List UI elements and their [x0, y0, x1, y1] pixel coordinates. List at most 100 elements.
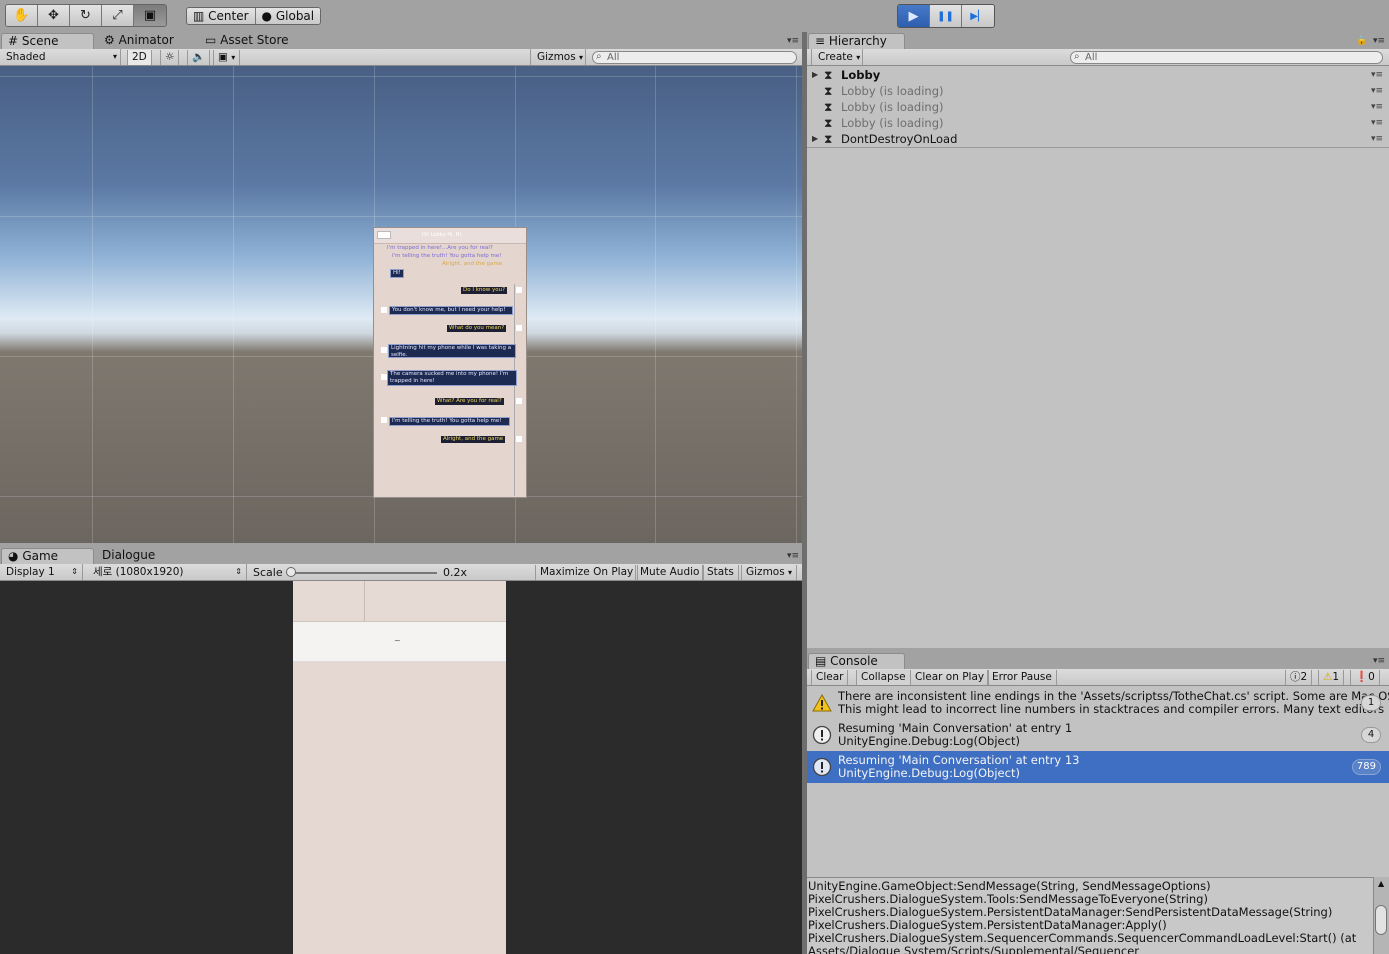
- console-entry[interactable]: There are inconsistent line endings in t…: [807, 687, 1389, 719]
- tab-console[interactable]: ▤ Console: [808, 653, 905, 669]
- hand-tool-icon[interactable]: ✋: [6, 5, 38, 26]
- error-filter-toggle[interactable]: ❗0: [1350, 670, 1380, 685]
- console-clear-button[interactable]: Clear: [811, 670, 849, 685]
- display-label: Display 1: [6, 566, 55, 578]
- stacktrace-scroll-thumb[interactable]: [1375, 905, 1387, 935]
- info-filter-toggle[interactable]: ⓘ2: [1285, 670, 1313, 685]
- row-menu-icon[interactable]: ▾≡: [1371, 115, 1383, 131]
- row-menu-icon[interactable]: ▾≡: [1371, 99, 1383, 115]
- console-clear-on-play-toggle[interactable]: Clear on Play: [910, 670, 990, 685]
- panel-menu-icon[interactable]: ▾≡: [1373, 36, 1385, 46]
- tab-dialogue-label: Dialogue: [102, 548, 156, 562]
- scale-tool-icon[interactable]: ⤢: [102, 5, 134, 26]
- image-icon: ▣: [218, 51, 228, 63]
- rect-tool-icon[interactable]: ▣: [134, 5, 166, 26]
- dropdown-arrow-icon: ▾: [788, 568, 793, 577]
- game-gizmos-dropdown[interactable]: Gizmos ▾: [741, 565, 798, 580]
- console-entry-count: 4: [1361, 727, 1381, 743]
- step-icon: ▶▏: [970, 10, 986, 22]
- tab-asset-store[interactable]: ▭ Asset Store: [199, 33, 295, 49]
- console-entry-count: 789: [1351, 759, 1381, 775]
- lighting-toggle[interactable]: ☼: [160, 50, 180, 65]
- hierarchy-search-input[interactable]: All: [1070, 51, 1383, 64]
- console-entry-count: 1: [1361, 695, 1381, 711]
- scene-gizmos-dropdown[interactable]: Gizmos ▾: [530, 49, 586, 65]
- console-error-pause-toggle[interactable]: Error Pause: [987, 670, 1057, 685]
- console-collapse-toggle[interactable]: Collapse: [856, 670, 911, 685]
- console-entry[interactable]: Resuming 'Main Conversation' at entry 1U…: [807, 719, 1389, 751]
- animator-icon: ⚙: [104, 33, 115, 47]
- game-view[interactable]: ~: [0, 581, 802, 954]
- row-menu-icon[interactable]: ▾≡: [1371, 131, 1383, 147]
- tab-game[interactable]: ◕ Game: [1, 548, 94, 564]
- maximize-on-play-label: Maximize On Play: [540, 566, 634, 578]
- resolution-label: 세로 (1080x1920): [93, 566, 184, 578]
- rotate-tool-icon[interactable]: ↻: [70, 5, 102, 26]
- 2d-toggle[interactable]: 2D: [127, 50, 152, 65]
- create-label: Create: [818, 51, 853, 63]
- move-tool-icon[interactable]: ✥: [38, 5, 70, 26]
- hierarchy-row[interactable]: ⧗ Lobby (is loading) ▾≡: [807, 83, 1389, 99]
- display-dropdown[interactable]: Display 1 ⇕: [0, 564, 83, 580]
- chat-bubble-left: Lightning hit my phone while I was takin…: [388, 344, 516, 358]
- create-dropdown[interactable]: Create ▾: [811, 49, 863, 65]
- hierarchy-row[interactable]: ▶ ⧗ Lobby ▾≡: [807, 67, 1389, 83]
- panel-menu-icon[interactable]: ▾≡: [787, 551, 799, 561]
- info-icon: [812, 757, 832, 777]
- scroll-up-icon[interactable]: ▲: [1378, 879, 1384, 888]
- scale-slider-track[interactable]: [289, 572, 437, 574]
- scale-slider-thumb[interactable]: [286, 567, 296, 577]
- main-toolbar: ✋ ✥ ↻ ⤢ ▣ ▥ Center ● Global ▶ ❚❚ ▶▏: [0, 0, 1389, 32]
- maximize-on-play-toggle[interactable]: Maximize On Play: [535, 565, 639, 580]
- warning-filter-toggle[interactable]: ⚠1: [1318, 670, 1345, 685]
- row-menu-icon[interactable]: ▾≡: [1371, 67, 1383, 83]
- avatar: [516, 325, 522, 331]
- pivot-center-label: Center: [208, 9, 249, 23]
- tab-animator[interactable]: ⚙ Animator: [98, 33, 180, 49]
- scene-search-input[interactable]: All: [592, 51, 797, 64]
- lock-icon[interactable]: 🔒: [1356, 36, 1368, 46]
- chat-canvas[interactable]: Hi! Lobby Hi. Hi. I'm trapped in here!..…: [373, 227, 527, 498]
- expand-arrow-icon[interactable]: ▶: [812, 67, 818, 83]
- hierarchy-controlbar: Create ▾ All: [807, 49, 1389, 66]
- game-screen[interactable]: ~: [293, 581, 506, 954]
- panel-menu-icon[interactable]: ▾≡: [787, 36, 799, 46]
- store-icon: ▭: [205, 33, 217, 47]
- tab-asset-store-label: Asset Store: [220, 33, 289, 47]
- tab-dialogue[interactable]: Dialogue: [96, 548, 161, 564]
- scene-gizmos-label: Gizmos: [537, 51, 576, 63]
- canvas-line-2: I'm telling the truth! You gotta help me…: [392, 253, 502, 259]
- hierarchy-row[interactable]: ▶ ⧗ DontDestroyOnLoad ▾≡: [807, 131, 1389, 147]
- row-menu-icon[interactable]: ▾≡: [1371, 83, 1383, 99]
- console-entry[interactable]: Resuming 'Main Conversation' at entry 13…: [807, 751, 1389, 783]
- audio-toggle[interactable]: 🔈: [187, 50, 211, 65]
- tab-animator-label: Animator: [118, 33, 174, 47]
- hierarchy-row[interactable]: ⧗ Lobby (is loading) ▾≡: [807, 99, 1389, 115]
- console-clear-on-play-label: Clear on Play: [915, 671, 985, 683]
- unity-scene-icon: ⧗: [824, 116, 833, 130]
- effects-toggle[interactable]: ▣ ▾: [213, 50, 241, 65]
- stats-toggle[interactable]: Stats: [702, 565, 739, 580]
- back-button[interactable]: [377, 231, 391, 239]
- console-entry-detail: UnityEngine.Debug:Log(Object): [838, 766, 1020, 780]
- scene-view[interactable]: Hi! Lobby Hi. Hi. I'm trapped in here!..…: [0, 66, 802, 543]
- tab-hierarchy[interactable]: ≡ Hierarchy: [808, 33, 905, 49]
- expand-arrow-icon[interactable]: ▶: [812, 131, 818, 147]
- pivot-global-button[interactable]: ● Global: [255, 8, 321, 24]
- hierarchy-search-placeholder: All: [1085, 52, 1098, 63]
- avatar: [381, 307, 387, 313]
- avatar: [516, 398, 522, 404]
- panel-menu-icon[interactable]: ▾≡: [1373, 656, 1385, 666]
- chat-bubble-right: Do I know you?: [461, 287, 508, 294]
- resolution-dropdown[interactable]: 세로 (1080x1920) ⇕: [87, 564, 247, 580]
- play-button[interactable]: ▶: [898, 5, 930, 27]
- console-stacktrace[interactable]: UnityEngine.GameObject:SendMessage(Strin…: [807, 877, 1373, 954]
- shading-mode-dropdown[interactable]: Shaded ▾: [0, 49, 121, 65]
- pivot-center-button[interactable]: ▥ Center: [187, 8, 256, 24]
- tab-scene[interactable]: # Scene: [1, 33, 94, 49]
- mute-audio-toggle[interactable]: Mute Audio: [635, 565, 705, 580]
- step-button[interactable]: ▶▏: [962, 5, 994, 27]
- hierarchy-row[interactable]: ⧗ Lobby (is loading) ▾≡: [807, 115, 1389, 131]
- game-input-area[interactable]: ~: [293, 622, 506, 662]
- pause-button[interactable]: ❚❚: [930, 5, 962, 27]
